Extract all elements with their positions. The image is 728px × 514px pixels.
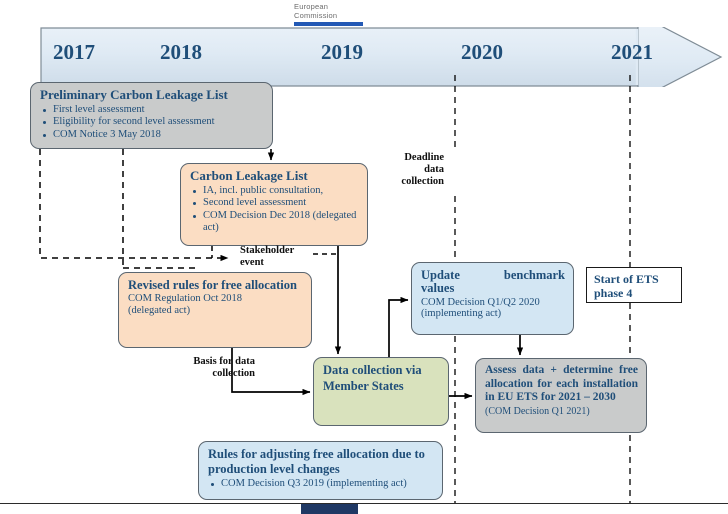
list-item: First level assessment: [40, 104, 264, 116]
list-item: IA, incl. public consultation,: [190, 185, 359, 197]
box-start-of-ets-phase-4[interactable]: Start of ETS phase 4: [586, 267, 682, 303]
list-item: COM Notice 3 May 2018: [40, 129, 264, 141]
list-item: COM Decision Dec 2018 (delegated act): [190, 210, 359, 234]
box-preliminary-carbon-leakage-list[interactable]: Preliminary Carbon Leakage List First le…: [30, 82, 273, 149]
box-title: Carbon Leakage List: [190, 168, 308, 183]
list-item: Eligibility for second level assessment: [40, 116, 264, 128]
box-title-line-2: values: [421, 281, 455, 296]
box-update-benchmark-values[interactable]: Update benchmark values COM Decision Q1/…: [411, 262, 574, 335]
label-basis-for-data-collection: Basis for data collection: [193, 356, 255, 380]
box-title: Assess data + determine free allocation …: [485, 364, 638, 404]
box-subtitle-1: COM Regulation Oct 2018: [128, 293, 243, 304]
box-assess-data-determine-free-allocation[interactable]: Assess data + determine free allocation …: [475, 358, 647, 433]
box-subtitle-1: (COM Decision Q1 2021): [485, 405, 590, 417]
bottom-divider: [0, 503, 728, 504]
bottom-blue-bar: [301, 504, 358, 514]
box-revised-rules-free-allocation[interactable]: Revised rules for free allocation COM Re…: [118, 272, 312, 348]
connector-lines-layer: [39, 75, 631, 503]
list-item: COM Decision Q3 2019 (implementing act): [208, 478, 434, 490]
box-subtitle-2: (delegated act): [128, 304, 191, 316]
box-subtitle-2: (implementing act): [421, 308, 502, 320]
box-title: Revised rules for free allocation: [128, 278, 297, 292]
bullet-list: COM Decision Q3 2019 (implementing act): [208, 478, 434, 490]
box-title: Data collection via Member States: [323, 363, 422, 393]
box-carbon-leakage-list[interactable]: Carbon Leakage List IA, incl. public con…: [180, 163, 368, 246]
box-title: Start of ETS phase 4: [594, 272, 659, 300]
label-deadline-data-collection: Deadline data collection: [401, 152, 444, 188]
box-title-line-1: Update benchmark: [421, 268, 565, 282]
label-stakeholder-event: Stakeholder event: [240, 245, 295, 269]
arrow-data-to-update-benchmark: [388, 296, 409, 357]
bullet-list: IA, incl. public consultation, Second le…: [190, 185, 359, 234]
diagram-canvas: European Commission 2017 2018 2019 2020 …: [0, 0, 728, 514]
box-data-collection-member-states[interactable]: Data collection via Member States: [313, 357, 449, 426]
box-title: Preliminary Carbon Leakage List: [40, 87, 228, 102]
bullet-list: First level assessment Eligibility for s…: [40, 104, 264, 141]
box-rules-adjusting-free-allocation[interactable]: Rules for adjusting free allocation due …: [198, 441, 443, 500]
list-item: Second level assessment: [190, 197, 359, 209]
box-title: Rules for adjusting free allocation due …: [208, 447, 425, 476]
box-subtitle-1: COM Decision Q1/Q2 2020: [421, 296, 540, 308]
